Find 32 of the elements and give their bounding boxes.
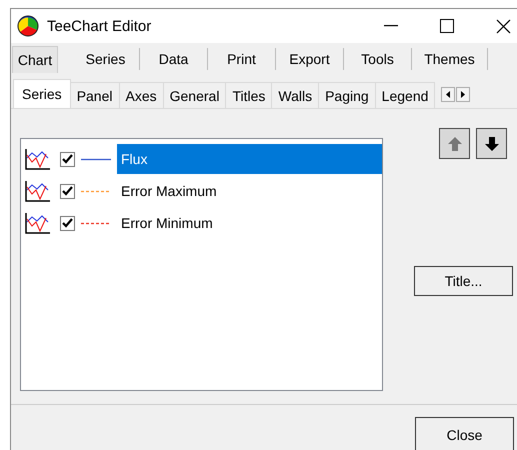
checkbox[interactable] bbox=[60, 184, 75, 198]
logo-icon bbox=[17, 15, 39, 37]
scroll-right-button[interactable] bbox=[456, 87, 470, 102]
checkbox[interactable] bbox=[60, 216, 75, 230]
up-arrow-icon bbox=[448, 136, 462, 150]
move-down-button[interactable] bbox=[476, 128, 507, 159]
window-title: TeeChart Editor bbox=[47, 18, 152, 34]
minimize-icon[interactable] bbox=[384, 25, 398, 27]
tab[interactable]: Series bbox=[13, 79, 71, 108]
left-triangle-icon bbox=[446, 91, 450, 98]
maximize-icon[interactable] bbox=[440, 19, 454, 33]
line-chart-icon bbox=[24, 148, 50, 170]
close-icon[interactable] bbox=[496, 18, 510, 34]
tab[interactable]: Axes bbox=[120, 82, 164, 108]
right-triangle-icon bbox=[461, 91, 466, 98]
tab[interactable]: General bbox=[164, 82, 226, 108]
tab[interactable]: Chart bbox=[12, 46, 58, 73]
scroll-left-button[interactable] bbox=[441, 87, 456, 102]
close-button[interactable]: Close bbox=[415, 417, 514, 450]
checkbox[interactable] bbox=[60, 152, 75, 166]
tab[interactable]: Paging bbox=[319, 82, 376, 108]
tab[interactable]: Titles bbox=[226, 82, 272, 108]
series-item[interactable]: Error Maximum bbox=[117, 176, 382, 206]
down-arrow-icon bbox=[484, 136, 498, 150]
series-item[interactable]: Error Minimum bbox=[117, 208, 382, 238]
tab[interactable]: Walls bbox=[272, 82, 320, 108]
tab[interactable]: Legend bbox=[376, 82, 436, 108]
tab[interactable]: Panel bbox=[70, 82, 120, 108]
title-button[interactable]: Title... bbox=[414, 266, 513, 296]
series-item[interactable]: Flux bbox=[117, 144, 382, 174]
line-chart-icon bbox=[24, 212, 50, 234]
line-chart-icon bbox=[24, 180, 50, 202]
